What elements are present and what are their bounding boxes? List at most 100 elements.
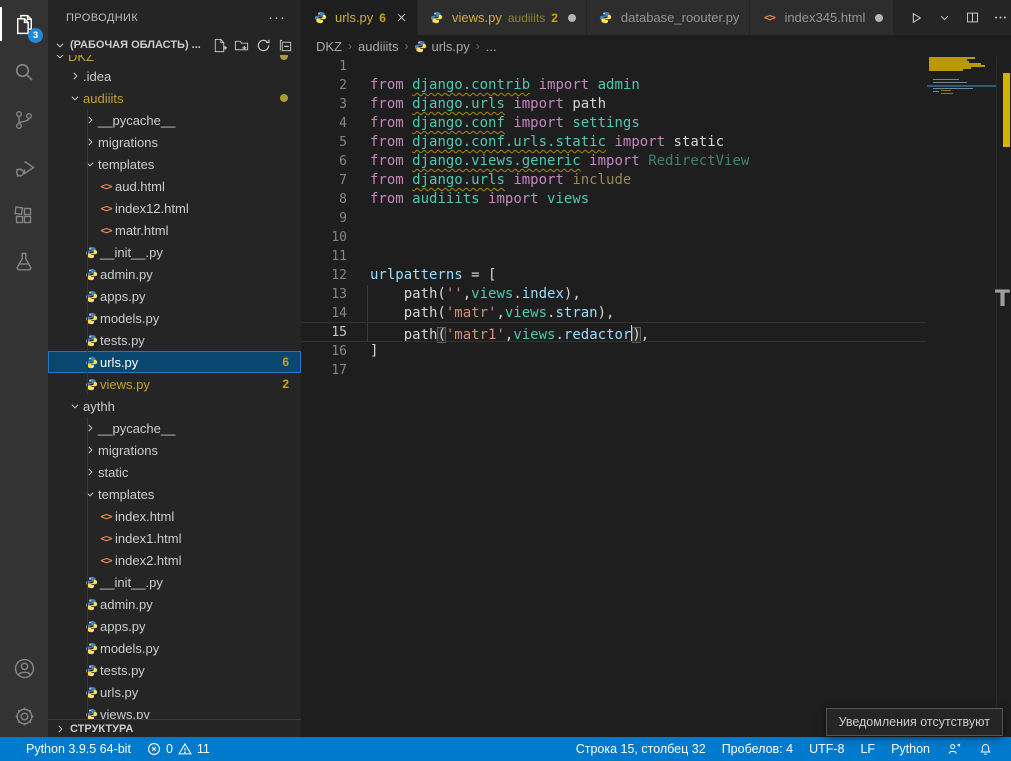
code-line-4[interactable]: 4from django.conf import settings [301, 114, 1011, 133]
tree-item-views.py[interactable]: views.py2 [48, 373, 301, 395]
editor-scrollbar[interactable]: T [996, 57, 1011, 737]
breadcrumb-item-urls.py[interactable]: urls.py [414, 39, 469, 54]
tree-item-urls.py[interactable]: urls.py6 [48, 351, 301, 373]
breadcrumb-item-audiiits[interactable]: audiiits [358, 39, 398, 54]
code-text: from django.urls import include [347, 171, 631, 190]
tree-item-index12.html[interactable]: <>index12.html [48, 197, 301, 219]
notification-toast[interactable]: Уведомления отсутствуют [826, 708, 1003, 736]
code-line-17[interactable]: 17 [301, 361, 1011, 380]
tree-indent-guide [87, 109, 88, 131]
code-line-7[interactable]: 7from django.urls import include [301, 171, 1011, 190]
tree-item-aud.html[interactable]: <>aud.html [48, 175, 301, 197]
tree-item-views.py[interactable]: views.py [48, 703, 301, 720]
tab-index345.html[interactable]: <>index345.html [750, 0, 894, 35]
activity-source-control[interactable] [0, 96, 48, 144]
code-line-13[interactable]: 13 path('',views.index), [301, 285, 1011, 304]
tree-item-__init__.py[interactable]: __init__.py [48, 241, 301, 263]
tree-item-admin.py[interactable]: admin.py [48, 593, 301, 615]
code-line-5[interactable]: 5from django.conf.urls.static import sta… [301, 133, 1011, 152]
tree-item-__pycache__[interactable]: __pycache__ [48, 417, 301, 439]
more-actions-button[interactable] [988, 6, 1011, 30]
code-line-16[interactable]: 16] [301, 342, 1011, 361]
line-number: 4 [301, 114, 347, 133]
status-notifications-bell[interactable] [970, 737, 1001, 761]
tab-database_roouter.py[interactable]: database_roouter.py [587, 0, 751, 35]
breadcrumb-item-...[interactable]: ... [486, 39, 497, 54]
refresh-icon[interactable] [253, 35, 273, 55]
tree-item-migrations[interactable]: migrations [48, 439, 301, 461]
status-feedback[interactable] [938, 737, 970, 761]
status-python-interpreter[interactable]: Python 3.9.5 64-bit [18, 737, 139, 761]
activity-search[interactable] [0, 48, 48, 96]
sidebar-more-actions[interactable]: ··· [262, 9, 292, 26]
code-line-6[interactable]: 6from django.views.generic import Redire… [301, 152, 1011, 171]
run-button[interactable] [904, 6, 928, 30]
tree-item-tests.py[interactable]: tests.py [48, 329, 301, 351]
tree-item-admin.py[interactable]: admin.py [48, 263, 301, 285]
code-line-14[interactable]: 14 path('matr',views.stran), [301, 304, 1011, 323]
activity-extensions[interactable] [0, 192, 48, 240]
outline-section-header[interactable]: СТРУКТУРА [48, 719, 301, 737]
status-problems[interactable]: 011 [139, 737, 218, 761]
tree-item-apps.py[interactable]: apps.py [48, 615, 301, 637]
tab-urls.py[interactable]: urls.py6 [301, 0, 418, 35]
activity-testing[interactable] [0, 238, 48, 286]
tree-item-aythh[interactable]: aythh [48, 395, 301, 417]
tree-item-templates[interactable]: templates [48, 483, 301, 505]
breadcrumb-item-DKZ[interactable]: DKZ [316, 39, 342, 54]
code-line-11[interactable]: 11 [301, 247, 1011, 266]
run-dropdown[interactable] [932, 6, 956, 30]
split-editor-button[interactable] [960, 6, 984, 30]
tree-item-label: DKZ [68, 55, 94, 64]
tree-item-audiiits[interactable]: audiiits [48, 87, 301, 109]
tree-item-DKZ[interactable]: DKZ [48, 55, 301, 65]
tree-item-matr.html[interactable]: <>matr.html [48, 219, 301, 241]
tree-item-index2.html[interactable]: <>index2.html [48, 549, 301, 571]
tree-item-models.py[interactable]: models.py [48, 307, 301, 329]
tree-item-static[interactable]: static [48, 461, 301, 483]
feedback-icon [946, 741, 962, 757]
status-indentation[interactable]: Пробелов: 4 [714, 737, 801, 761]
activity-explorer[interactable]: 3 [0, 0, 48, 48]
new-folder-icon[interactable] [231, 35, 251, 55]
tree-indent-guide [87, 681, 88, 703]
tree-item-tests.py[interactable]: tests.py [48, 659, 301, 681]
status-eol[interactable]: LF [852, 737, 883, 761]
code-line-15[interactable]: 15 path('matr1',views.redactor), [301, 323, 1011, 342]
status-language-mode[interactable]: Python [883, 737, 938, 761]
code-line-12[interactable]: 12urlpatterns = [ [301, 266, 1011, 285]
tree-item-urls.py[interactable]: urls.py [48, 681, 301, 703]
code-line-2[interactable]: 2from django.contrib import admin [301, 76, 1011, 95]
code-line-10[interactable]: 10 [301, 228, 1011, 247]
activity-accounts[interactable] [0, 644, 48, 692]
tree-item-apps.py[interactable]: apps.py [48, 285, 301, 307]
tree-item-__pycache__[interactable]: __pycache__ [48, 109, 301, 131]
code-line-1[interactable]: 1 [301, 57, 1011, 76]
editor-group: urls.py6views.pyaudiiits2database_rooute… [301, 0, 1011, 737]
overview-ruler-warnings [1003, 73, 1010, 147]
tab-views.py[interactable]: views.pyaudiiits2 [418, 0, 587, 35]
tree-indent-guide [87, 285, 88, 307]
status-cursor-position[interactable]: Строка 15, столбец 32 [568, 737, 714, 761]
minimap[interactable] [927, 57, 997, 357]
code-line-8[interactable]: 8from audiiits import views [301, 190, 1011, 209]
code-line-3[interactable]: 3from django.urls import path [301, 95, 1011, 114]
tree-item-.idea[interactable]: .idea [48, 65, 301, 87]
code-line-9[interactable]: 9 [301, 209, 1011, 228]
tree-item-migrations[interactable]: migrations [48, 131, 301, 153]
activity-run-debug[interactable] [0, 144, 48, 192]
tree-item-models.py[interactable]: models.py [48, 637, 301, 659]
collapse-all-icon[interactable] [275, 35, 295, 55]
tree-item-index.html[interactable]: <>index.html [48, 505, 301, 527]
tree-item-index1.html[interactable]: <>index1.html [48, 527, 301, 549]
activity-settings[interactable] [0, 692, 48, 740]
new-file-icon[interactable] [209, 35, 229, 55]
code-text: path('matr1',views.redactor), [347, 323, 649, 342]
tree-item-templates[interactable]: templates [48, 153, 301, 175]
code-text: from django.conf import settings [347, 114, 640, 133]
workspace-section-header[interactable]: (РАБОЧАЯ ОБЛАСТЬ) ... [48, 35, 301, 55]
tree-item-__init__.py[interactable]: __init__.py [48, 571, 301, 593]
status-encoding[interactable]: UTF-8 [801, 737, 852, 761]
close-icon[interactable] [396, 12, 407, 23]
code-editor[interactable]: 12from django.contrib import admin3from … [301, 57, 1011, 737]
